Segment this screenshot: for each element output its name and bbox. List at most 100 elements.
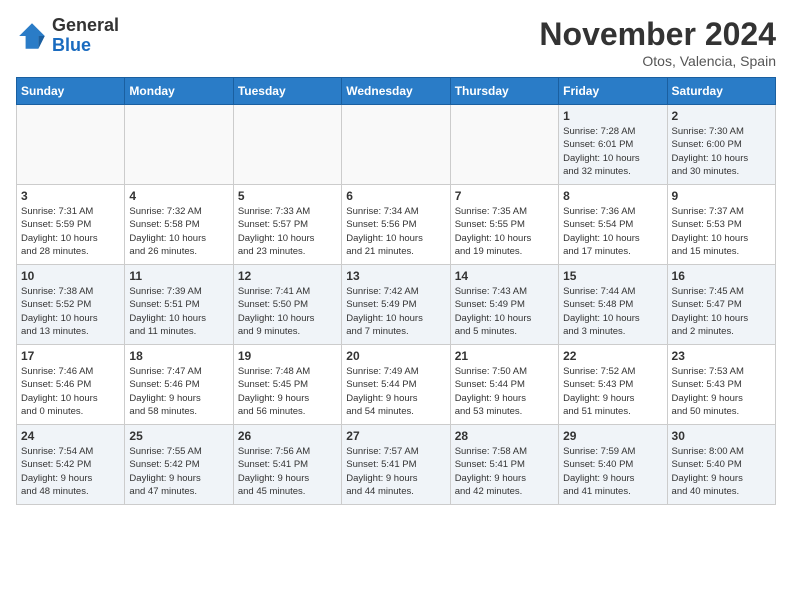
- day-number: 19: [238, 349, 337, 363]
- calendar-cell: 28 Sunrise: 7:58 AMSunset: 5:41 PMDayligh…: [450, 425, 558, 505]
- title-block: November 2024 Otos, Valencia, Spain: [539, 16, 776, 69]
- day-info: Sunrise: 7:47 AMSunset: 5:46 PMDaylight:…: [129, 365, 228, 418]
- day-info: Sunrise: 7:32 AMSunset: 5:58 PMDaylight:…: [129, 205, 228, 258]
- calendar-cell: 29 Sunrise: 7:59 AMSunset: 5:40 PMDayligh…: [559, 425, 667, 505]
- day-info: Sunrise: 7:38 AMSunset: 5:52 PMDaylight:…: [21, 285, 120, 338]
- day-info: Sunrise: 7:49 AMSunset: 5:44 PMDaylight:…: [346, 365, 445, 418]
- calendar-cell: [125, 105, 233, 185]
- calendar-cell: 6 Sunrise: 7:34 AMSunset: 5:56 PMDaylight…: [342, 185, 450, 265]
- day-number: 21: [455, 349, 554, 363]
- day-number: 11: [129, 269, 228, 283]
- calendar-cell: 16Sunrise: 7:45 AMSunset: 5:47 PMDayligh…: [667, 265, 775, 345]
- calendar-cell: 7 Sunrise: 7:35 AMSunset: 5:55 PMDaylight…: [450, 185, 558, 265]
- day-info: Sunrise: 7:30 AMSunset: 6:00 PMDaylight:…: [672, 125, 771, 178]
- calendar-cell: 15Sunrise: 7:44 AMSunset: 5:48 PMDayligh…: [559, 265, 667, 345]
- day-number: 25: [129, 429, 228, 443]
- calendar-cell: 10 Sunrise: 7:38 AMSunset: 5:52 PMDayligh…: [17, 265, 125, 345]
- weekday-header-saturday: Saturday: [667, 78, 775, 105]
- day-info: Sunrise: 7:43 AMSunset: 5:49 PMDaylight:…: [455, 285, 554, 338]
- day-number: 17: [21, 349, 120, 363]
- day-info: Sunrise: 7:59 AMSunset: 5:40 PMDaylight:…: [563, 445, 662, 498]
- calendar-cell: 27 Sunrise: 7:57 AMSunset: 5:41 PMDayligh…: [342, 425, 450, 505]
- day-number: 18: [129, 349, 228, 363]
- calendar-cell: 21 Sunrise: 7:50 AMSunset: 5:44 PMDayligh…: [450, 345, 558, 425]
- day-number: 20: [346, 349, 445, 363]
- day-info: Sunrise: 7:57 AMSunset: 5:41 PMDaylight:…: [346, 445, 445, 498]
- day-number: 5: [238, 189, 337, 203]
- day-number: 6: [346, 189, 445, 203]
- logo-icon: [16, 20, 48, 52]
- day-number: 2: [672, 109, 771, 123]
- day-number: 13: [346, 269, 445, 283]
- calendar-cell: 20 Sunrise: 7:49 AMSunset: 5:44 PMDayligh…: [342, 345, 450, 425]
- day-info: Sunrise: 7:36 AMSunset: 5:54 PMDaylight:…: [563, 205, 662, 258]
- calendar-cell: 5 Sunrise: 7:33 AMSunset: 5:57 PMDaylight…: [233, 185, 341, 265]
- day-info: Sunrise: 7:37 AMSunset: 5:53 PMDaylight:…: [672, 205, 771, 258]
- day-info: Sunrise: 7:54 AMSunset: 5:42 PMDaylight:…: [21, 445, 120, 498]
- day-info: Sunrise: 7:33 AMSunset: 5:57 PMDaylight:…: [238, 205, 337, 258]
- calendar-cell: 2 Sunrise: 7:30 AMSunset: 6:00 PMDaylight…: [667, 105, 775, 185]
- day-number: 24: [21, 429, 120, 443]
- day-info: Sunrise: 7:45 AMSunset: 5:47 PMDaylight:…: [672, 285, 771, 338]
- calendar-cell: 13 Sunrise: 7:42 AMSunset: 5:49 PMDayligh…: [342, 265, 450, 345]
- calendar-cell: 24 Sunrise: 7:54 AMSunset: 5:42 PMDayligh…: [17, 425, 125, 505]
- calendar-week-4: 24 Sunrise: 7:54 AMSunset: 5:42 PMDayligh…: [17, 425, 776, 505]
- day-number: 3: [21, 189, 120, 203]
- weekday-header-row: SundayMondayTuesdayWednesdayThursdayFrid…: [17, 78, 776, 105]
- day-number: 27: [346, 429, 445, 443]
- page-header: General Blue November 2024 Otos, Valenci…: [16, 16, 776, 69]
- day-info: Sunrise: 7:52 AMSunset: 5:43 PMDaylight:…: [563, 365, 662, 418]
- day-number: 10: [21, 269, 120, 283]
- day-info: Sunrise: 7:41 AMSunset: 5:50 PMDaylight:…: [238, 285, 337, 338]
- day-info: Sunrise: 7:50 AMSunset: 5:44 PMDaylight:…: [455, 365, 554, 418]
- logo-general: General: [52, 16, 119, 36]
- day-number: 23: [672, 349, 771, 363]
- day-info: Sunrise: 7:34 AMSunset: 5:56 PMDaylight:…: [346, 205, 445, 258]
- weekday-header-thursday: Thursday: [450, 78, 558, 105]
- calendar-cell: 12Sunrise: 7:41 AMSunset: 5:50 PMDayligh…: [233, 265, 341, 345]
- calendar-week-2: 10 Sunrise: 7:38 AMSunset: 5:52 PMDayligh…: [17, 265, 776, 345]
- day-info: Sunrise: 7:42 AMSunset: 5:49 PMDaylight:…: [346, 285, 445, 338]
- calendar-cell: 18 Sunrise: 7:47 AMSunset: 5:46 PMDayligh…: [125, 345, 233, 425]
- location: Otos, Valencia, Spain: [539, 53, 776, 69]
- day-number: 8: [563, 189, 662, 203]
- calendar-cell: 3Sunrise: 7:31 AMSunset: 5:59 PMDaylight…: [17, 185, 125, 265]
- calendar-cell: 14 Sunrise: 7:43 AMSunset: 5:49 PMDayligh…: [450, 265, 558, 345]
- month-title: November 2024: [539, 16, 776, 53]
- weekday-header-monday: Monday: [125, 78, 233, 105]
- calendar-cell: [233, 105, 341, 185]
- logo: General Blue: [16, 16, 119, 56]
- day-number: 26: [238, 429, 337, 443]
- day-number: 4: [129, 189, 228, 203]
- weekday-header-wednesday: Wednesday: [342, 78, 450, 105]
- day-info: Sunrise: 7:35 AMSunset: 5:55 PMDaylight:…: [455, 205, 554, 258]
- calendar-week-0: 1 Sunrise: 7:28 AMSunset: 6:01 PMDaylight…: [17, 105, 776, 185]
- calendar-cell: 1 Sunrise: 7:28 AMSunset: 6:01 PMDaylight…: [559, 105, 667, 185]
- day-number: 1: [563, 109, 662, 123]
- logo-blue: Blue: [52, 36, 119, 56]
- day-number: 29: [563, 429, 662, 443]
- day-info: Sunrise: 7:48 AMSunset: 5:45 PMDaylight:…: [238, 365, 337, 418]
- day-info: Sunrise: 8:00 AMSunset: 5:40 PMDaylight:…: [672, 445, 771, 498]
- day-number: 30: [672, 429, 771, 443]
- day-number: 14: [455, 269, 554, 283]
- day-info: Sunrise: 7:56 AMSunset: 5:41 PMDaylight:…: [238, 445, 337, 498]
- day-info: Sunrise: 7:58 AMSunset: 5:41 PMDaylight:…: [455, 445, 554, 498]
- calendar-cell: [342, 105, 450, 185]
- day-number: 28: [455, 429, 554, 443]
- day-info: Sunrise: 7:28 AMSunset: 6:01 PMDaylight:…: [563, 125, 662, 178]
- calendar-week-3: 17 Sunrise: 7:46 AMSunset: 5:46 PMDayligh…: [17, 345, 776, 425]
- calendar-cell: 22 Sunrise: 7:52 AMSunset: 5:43 PMDayligh…: [559, 345, 667, 425]
- calendar-cell: 30 Sunrise: 8:00 AMSunset: 5:40 PMDayligh…: [667, 425, 775, 505]
- day-number: 15: [563, 269, 662, 283]
- day-info: Sunrise: 7:46 AMSunset: 5:46 PMDaylight:…: [21, 365, 120, 418]
- day-number: 22: [563, 349, 662, 363]
- calendar-cell: 8 Sunrise: 7:36 AMSunset: 5:54 PMDaylight…: [559, 185, 667, 265]
- day-number: 9: [672, 189, 771, 203]
- calendar-table: SundayMondayTuesdayWednesdayThursdayFrid…: [16, 77, 776, 505]
- logo-text: General Blue: [52, 16, 119, 56]
- day-info: Sunrise: 7:39 AMSunset: 5:51 PMDaylight:…: [129, 285, 228, 338]
- weekday-header-sunday: Sunday: [17, 78, 125, 105]
- calendar-cell: 17 Sunrise: 7:46 AMSunset: 5:46 PMDayligh…: [17, 345, 125, 425]
- day-number: 7: [455, 189, 554, 203]
